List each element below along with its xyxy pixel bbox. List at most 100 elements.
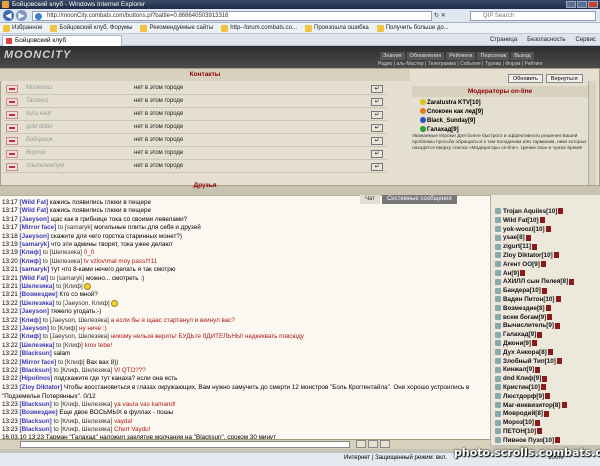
user-info-icon[interactable]: [520, 269, 526, 276]
close-button[interactable]: [588, 1, 598, 8]
chat-author[interactable]: [Hipolinos]: [20, 375, 53, 382]
user-list-item[interactable]: dnd Клиф[9]: [495, 374, 595, 383]
private-message-icon[interactable]: ↵: [371, 163, 383, 171]
security-menu[interactable]: Безопасность: [527, 35, 565, 46]
contact-name[interactable]: Morientas: [26, 85, 52, 91]
user-list-item[interactable]: Агент ОО[9]: [495, 260, 595, 269]
tab-system-messages[interactable]: Системные сообщения: [381, 195, 457, 204]
chat-recipient[interactable]: to [Jaeyson, Шелезяка]: [43, 317, 109, 324]
refresh-stop-icons[interactable]: ↻ ✕: [434, 11, 464, 21]
url-input[interactable]: http://moonCity.combats.com/buttons.pl?b…: [32, 11, 432, 21]
maximize-button[interactable]: [577, 1, 587, 8]
chat-author[interactable]: [Jaeyson]: [20, 325, 49, 332]
user-info-icon[interactable]: [547, 349, 553, 356]
user-list-item[interactable]: Zloy Diktator[10]: [495, 251, 595, 260]
refresh-button[interactable]: Обновить: [508, 74, 543, 83]
private-message-icon[interactable]: ↵: [371, 98, 383, 106]
chat-recipient[interactable]: to [samaryk]: [58, 224, 92, 231]
user-list-item[interactable]: ysae[8]: [495, 233, 595, 242]
user-list-item[interactable]: Злобный Тип[10]: [495, 357, 595, 366]
chat-recipient[interactable]: to [Клиф, Шелезяка]: [53, 401, 112, 408]
chat-author[interactable]: [Blacksun]: [20, 367, 52, 374]
user-list-item[interactable]: Дух Анкора[8]: [495, 348, 595, 357]
user-list-item[interactable]: Люстдорф[9]: [495, 392, 595, 401]
search-input[interactable]: QIP Search: [470, 11, 596, 21]
chat-recipient[interactable]: to [Клиф]: [58, 359, 85, 366]
private-message-icon[interactable]: ↵: [371, 111, 383, 119]
contact-name[interactable]: Ультиматум: [26, 163, 64, 169]
user-list-item[interactable]: Wild Fat[10]: [495, 216, 595, 225]
moderator-item[interactable]: Black_Sunday[9]: [420, 117, 475, 126]
contact-name[interactable]: Бойцовик: [26, 137, 53, 143]
moderator-item[interactable]: Zaratustra KTV[10]: [420, 99, 481, 108]
chat-recipient[interactable]: to [Клиф]: [56, 283, 83, 290]
moderator-item[interactable]: Спокоен как лед[9]: [420, 108, 483, 117]
chat-author[interactable]: [Шелезяка]: [20, 300, 55, 307]
user-list-item[interactable]: всем богам[9]: [495, 313, 595, 322]
user-info-icon[interactable]: [535, 419, 541, 426]
tab-fight-club[interactable]: Бойцовский клуб: [2, 35, 122, 46]
chat-recipient[interactable]: to [samaryk]: [50, 275, 84, 282]
forward-arrow-icon[interactable]: ▶: [16, 10, 27, 21]
user-info-icon[interactable]: [544, 410, 550, 417]
user-info-icon[interactable]: [539, 217, 545, 224]
user-list-item[interactable]: Вычислитель[9]: [495, 321, 595, 330]
user-info-icon[interactable]: [537, 331, 543, 338]
minimize-button[interactable]: [566, 1, 576, 8]
chat-author[interactable]: [Blacksun]: [20, 418, 52, 425]
user-list-item[interactable]: Вадян Питон[10]: [495, 295, 595, 304]
nav-updates[interactable]: Обновления: [406, 52, 445, 60]
user-info-icon[interactable]: [545, 305, 551, 312]
user-list-item[interactable]: yok-woozi[10]: [495, 225, 595, 234]
private-message-icon[interactable]: ↵: [371, 137, 383, 145]
user-info-icon[interactable]: [553, 252, 559, 259]
user-list-item[interactable]: Пивное Пузо[10]: [495, 436, 595, 445]
user-info-icon[interactable]: [555, 296, 561, 303]
user-info-icon[interactable]: [542, 375, 548, 382]
chat-author[interactable]: [Mirror face]: [20, 224, 57, 231]
user-info-icon[interactable]: [554, 322, 560, 329]
user-info-icon[interactable]: [555, 437, 561, 444]
chat-author[interactable]: [Шелезяка]: [20, 283, 55, 290]
tools-menu[interactable]: Сервис: [575, 35, 596, 46]
chat-recipient[interactable]: to [Клиф]: [51, 325, 78, 332]
nav-ratings[interactable]: Рейтинги: [446, 52, 476, 60]
user-list-item[interactable]: Кристин[10]: [495, 383, 595, 392]
user-info-icon[interactable]: [545, 393, 551, 400]
chat-author[interactable]: [Blacksun]: [20, 426, 52, 433]
user-list-item[interactable]: Джони[9]: [495, 339, 595, 348]
nav-knowledge[interactable]: Знания: [380, 52, 405, 60]
user-info-icon[interactable]: [540, 261, 546, 268]
chat-author[interactable]: [Jaeyson]: [20, 216, 49, 223]
chat-recipient[interactable]: to [Шелезяка]: [43, 258, 82, 265]
user-list-item[interactable]: Возмездие[8]: [495, 304, 595, 313]
chat-author[interactable]: [Jaeyson]: [20, 233, 49, 240]
chat-recipient[interactable]: to [Jaeyson, Клиф]: [56, 300, 110, 307]
user-list-item[interactable]: Ан[9]: [495, 269, 595, 278]
user-list-item[interactable]: Галахад[9]: [495, 330, 595, 339]
user-info-icon[interactable]: [535, 366, 541, 373]
fav-link-recommended[interactable]: Рекомендуемые сайты: [137, 23, 218, 33]
user-list-item[interactable]: Кинжал[9]: [495, 365, 595, 374]
user-list-item[interactable]: Trojan Aquiles[10]: [495, 207, 595, 216]
chat-recipient[interactable]: to [Jaeyson, Шелезяка]: [43, 333, 109, 340]
chat-author[interactable]: [Wild Fat]: [20, 207, 49, 214]
user-info-icon[interactable]: [537, 428, 543, 435]
panel-scrollbar[interactable]: [588, 81, 596, 185]
private-message-icon[interactable]: ↵: [371, 124, 383, 132]
chat-author[interactable]: [Wild Fat]: [20, 199, 49, 206]
private-message-icon[interactable]: ↵: [371, 85, 383, 93]
user-list-item[interactable]: Бандера[10]: [495, 286, 595, 295]
chat-author[interactable]: [Возмездие]: [20, 291, 58, 298]
user-info-icon[interactable]: [558, 208, 564, 215]
private-message-icon[interactable]: ↵: [371, 150, 383, 158]
game-subnav[interactable]: Радио | аль-Мастер | Телеграмма | Событи…: [378, 61, 543, 67]
chat-author[interactable]: [Blacksun]: [20, 350, 52, 357]
nav-exit[interactable]: Выход: [511, 52, 534, 60]
user-info-icon[interactable]: [532, 340, 538, 347]
contact-name[interactable]: Tanzwut: [26, 98, 48, 104]
chat-author[interactable]: [Zloy Diktator]: [20, 384, 63, 391]
chat-author[interactable]: [Jaeyson]: [20, 308, 49, 315]
chat-author[interactable]: [Возмездие]: [20, 409, 58, 416]
chat-recipient[interactable]: to [Шелезяка]: [43, 249, 82, 256]
